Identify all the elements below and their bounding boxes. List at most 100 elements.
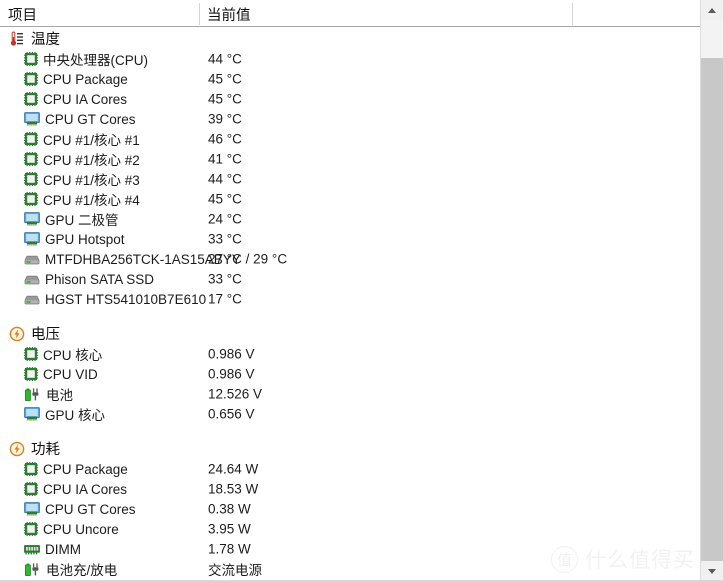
sensor-label: GPU 核心 <box>45 408 106 423</box>
gpu-monitor-icon <box>24 407 40 421</box>
sensor-value: 24 °C <box>208 211 242 227</box>
sensor-value: 33 °C <box>208 231 242 247</box>
sensor-value: 0.986 V <box>208 346 255 362</box>
sensor-row[interactable]: CPU #1/核心 #2 41 °C <box>0 149 700 169</box>
sensor-row[interactable]: 中央处理器(CPU) 44 °C <box>0 49 700 69</box>
disk-drive-icon <box>24 274 40 285</box>
sensor-row[interactable]: CPU VID 0.986 V <box>0 364 700 384</box>
sensor-value: 44 °C <box>208 51 242 67</box>
sensor-row[interactable]: CPU GT Cores 0.38 W <box>0 499 700 519</box>
sensor-row[interactable]: 电池充/放电 交流电源 <box>0 559 700 579</box>
sensor-value: 3.95 W <box>208 521 251 537</box>
sensor-value: 45 °C <box>208 191 242 207</box>
column-divider-1[interactable] <box>199 3 200 25</box>
sensor-row[interactable]: CPU IA Cores 45 °C <box>0 89 700 109</box>
sensor-label: CPU 核心 <box>43 348 103 363</box>
sensor-row[interactable]: CPU GT Cores 39 °C <box>0 109 700 129</box>
sensor-row[interactable]: CPU IA Cores 18.53 W <box>0 479 700 499</box>
sensor-value: 41 °C <box>208 151 242 167</box>
sensor-row[interactable]: HGST HTS541010B7E610 17 °C <box>0 289 700 309</box>
sensor-value: 17 °C <box>208 291 242 307</box>
sensor-label: CPU Package <box>43 461 128 477</box>
chevron-up-icon <box>708 7 716 13</box>
cpu-chip-icon <box>24 522 38 536</box>
sensor-row[interactable]: CPU #1/核心 #1 46 °C <box>0 129 700 149</box>
sensor-label: CPU #1/核心 #1 <box>43 133 140 148</box>
scrollbar-thumb[interactable] <box>701 20 723 58</box>
sensor-value: 0.986 V <box>208 366 255 382</box>
group-label: 功耗 <box>31 442 60 458</box>
sensor-label: CPU IA Cores <box>43 481 128 497</box>
cpu-chip-icon <box>24 52 38 66</box>
disk-drive-icon <box>24 294 40 305</box>
sensor-value: 27 °C / 29 °C <box>208 251 288 267</box>
group-label: 电压 <box>31 327 60 343</box>
dimm-memory-icon <box>24 544 40 555</box>
sensor-row[interactable]: CPU #1/核心 #4 45 °C <box>0 189 700 209</box>
sensor-value: 1.78 W <box>208 541 251 557</box>
scroll-down-button[interactable] <box>701 561 723 580</box>
sensor-label: DIMM <box>45 541 81 557</box>
sensor-row[interactable]: 电池 12.526 V <box>0 384 700 404</box>
group-header-voltages[interactable]: 电压 <box>0 323 700 344</box>
table-header: 项目 当前值 <box>0 0 700 27</box>
sensor-status-window: 项目 当前值 温度 中央处理器(CPU) 44 °C CPU Package 4… <box>0 0 724 581</box>
sensor-value: 交流电源 <box>208 563 262 578</box>
lightning-bolt-icon <box>9 326 25 342</box>
sensor-value: 46 °C <box>208 131 242 147</box>
scroll-up-button[interactable] <box>701 0 723 20</box>
group-header-power[interactable]: 功耗 <box>0 438 700 459</box>
sensor-row[interactable]: DIMM 1.78 W <box>0 539 700 559</box>
sensor-label: GPU 二极管 <box>45 213 119 228</box>
sensor-label: CPU GT Cores <box>45 111 136 127</box>
sensor-group-voltages: 电压 CPU 核心 0.986 V CPU VID 0.986 V 电池 12.… <box>0 323 700 424</box>
gpu-monitor-icon <box>24 212 40 226</box>
sensor-value: 24.64 W <box>208 461 259 477</box>
sensor-row[interactable]: MTFDHBA256TCK-1AS15ABYY 27 °C / 29 °C <box>0 249 700 269</box>
sensor-value: 18.53 W <box>208 481 259 497</box>
sensor-row[interactable]: CPU 核心 0.986 V <box>0 344 700 364</box>
sensor-label: CPU VID <box>43 366 98 382</box>
sensor-row[interactable]: GPU TDP%0% <box>0 579 700 580</box>
sensor-row[interactable]: GPU 二极管 24 °C <box>0 209 700 229</box>
sensor-row[interactable]: Phison SATA SSD 33 °C <box>0 269 700 289</box>
gpu-monitor-icon <box>24 232 40 246</box>
cpu-chip-icon <box>24 172 38 186</box>
group-header-temperatures[interactable]: 温度 <box>0 28 700 49</box>
sensor-list[interactable]: 温度 中央处理器(CPU) 44 °C CPU Package 45 °C CP… <box>0 28 700 580</box>
sensor-row[interactable]: GPU Hotspot 33 °C <box>0 229 700 249</box>
sensor-row[interactable]: CPU Package 24.64 W <box>0 459 700 479</box>
sensor-row[interactable]: CPU Package 45 °C <box>0 69 700 89</box>
sensor-value: 45 °C <box>208 91 242 107</box>
sensor-value: 39 °C <box>208 111 242 127</box>
sensor-label: 中央处理器(CPU) <box>43 53 148 68</box>
cpu-chip-icon <box>24 367 38 381</box>
battery-plug-icon <box>24 387 41 402</box>
sensor-row[interactable]: CPU Uncore 3.95 W <box>0 519 700 539</box>
sensor-label: CPU #1/核心 #3 <box>43 173 140 188</box>
sensor-row[interactable]: CPU #1/核心 #3 44 °C <box>0 169 700 189</box>
cpu-chip-icon <box>24 347 38 361</box>
sensor-label: HGST HTS541010B7E610 <box>45 291 207 307</box>
sensor-value: 44 °C <box>208 171 242 187</box>
sensor-row[interactable]: GPU 核心 0.656 V <box>0 404 700 424</box>
sensor-label: Phison SATA SSD <box>45 271 155 287</box>
battery-plug-icon <box>24 562 41 577</box>
column-header-current-value[interactable]: 当前值 <box>207 4 251 25</box>
cpu-chip-icon <box>24 92 38 106</box>
gpu-monitor-icon <box>24 112 40 126</box>
cpu-chip-icon <box>24 72 38 86</box>
cpu-chip-icon <box>24 482 38 496</box>
chevron-down-icon <box>708 568 716 574</box>
column-header-item[interactable]: 项目 <box>8 4 37 25</box>
gpu-monitor-icon <box>24 502 40 516</box>
column-divider-2[interactable] <box>572 3 573 25</box>
sensor-label: CPU #1/核心 #2 <box>43 153 140 168</box>
vertical-scrollbar[interactable] <box>700 0 723 580</box>
cpu-chip-icon <box>24 462 38 476</box>
sensor-label: 电池 <box>46 388 73 403</box>
sensor-value: 12.526 V <box>208 386 263 402</box>
sensor-label: CPU Uncore <box>43 521 119 537</box>
sensor-value: 45 °C <box>208 71 242 87</box>
sensor-label: CPU IA Cores <box>43 91 128 107</box>
